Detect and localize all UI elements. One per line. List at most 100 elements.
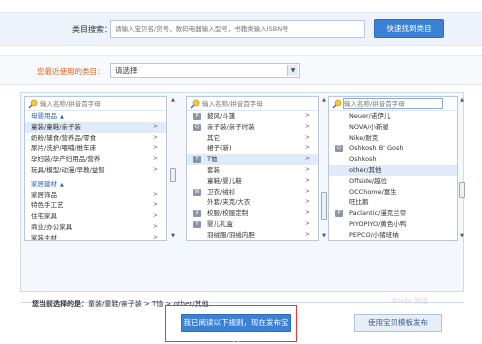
category-item[interactable]: 孕妇装/孕产妇用品/营养 > (25, 154, 166, 165)
category-item[interactable]: P 披风/斗篷 > (187, 111, 318, 122)
category-item[interactable]: 童鞋/婴儿鞋 > (187, 176, 318, 187)
category-item-label: 童鞋/婴儿鞋 (207, 176, 242, 185)
watermark-logo: Baidu 知道 (392, 297, 429, 305)
scroll-up-icon[interactable]: ▲ (458, 96, 466, 105)
category-item[interactable]: OCChome/富生 (329, 187, 457, 198)
scroll-down-icon[interactable]: ▼ (320, 232, 328, 241)
collapse-triangle-icon[interactable]: ▲ (60, 114, 64, 120)
category-item-label: NOVA/小新星 (349, 122, 390, 131)
category-item[interactable]: Neuer/诺伊儿 (329, 111, 457, 122)
category-item-label: Oshkosh (349, 155, 377, 164)
category-item-label: other/其他 (349, 165, 382, 174)
chevron-right-icon: > (152, 144, 158, 152)
category-item[interactable]: Q 亲子装/亲子时装 > (187, 122, 318, 133)
chevron-right-icon: > (304, 230, 310, 238)
scrollbar-thumb[interactable] (321, 192, 327, 220)
scrollbar-thumb[interactable] (170, 168, 176, 182)
column-filter-input[interactable] (202, 98, 302, 109)
category-item-label: T恤 (207, 155, 218, 164)
category-item[interactable]: Y 婴儿礼盒 > (187, 219, 318, 230)
scroll-down-icon[interactable]: ▼ (169, 232, 177, 241)
category-item-label: Nike/耐克 (349, 133, 379, 142)
column-filter (187, 97, 318, 111)
selection-path-label: 您当前选择的是： (32, 300, 88, 308)
category-item[interactable]: 家居饰品 > (25, 190, 166, 201)
recent-category-select[interactable]: 请选择 ▼ (110, 63, 300, 78)
category-item-label: Paclantic/漫克兰帝 (349, 209, 407, 218)
recent-category-value: 请选择 (115, 66, 138, 75)
category-item[interactable]: W 卫衣/绒衫 > (187, 187, 318, 198)
category-item[interactable]: 羽绒服/羽绒内胆 > (187, 230, 318, 240)
category-item-label: 披风/斗篷 (207, 112, 236, 120)
category-item[interactable]: other/其他 (329, 164, 457, 176)
category-item[interactable]: O Oshkosh B' Gosh (329, 143, 457, 154)
scrollbar-thumb[interactable] (459, 182, 465, 198)
chevron-right-icon: > (152, 133, 158, 141)
publish-item-button[interactable]: 我已阅读以下规则，现在发布宝贝 (181, 314, 291, 343)
category-panel: 母婴用品▲童装/童鞋/亲子装>奶粉/辅食/营养品/零食>尿片/洗护/喂哺/推车床… (20, 92, 466, 292)
scrollbar[interactable]: ▲ ▼ (169, 96, 177, 241)
category-group-header[interactable]: 母婴用品 ▲ (25, 111, 166, 122)
chevron-right-icon: > (152, 190, 158, 198)
chevron-down-icon[interactable]: ▼ (287, 65, 298, 76)
category-item[interactable]: 裙子(新) > (187, 143, 318, 154)
category-item-label: 旺比鹅 (349, 198, 369, 207)
category-group-header[interactable]: 家居建材 ▲ (25, 179, 166, 190)
letter-index-icon: P (193, 113, 201, 120)
category-item[interactable]: PEPCO/小猪班纳 (329, 230, 457, 240)
category-item[interactable]: 外套/夹克/大衣 > (187, 197, 318, 208)
category-item[interactable]: NOVA/小新星 (329, 122, 457, 133)
category-item[interactable]: 商业/办公家具 > (25, 222, 166, 233)
category-item[interactable]: 住宅家具 > (25, 211, 166, 222)
search-icon (28, 99, 38, 109)
scroll-up-icon[interactable]: ▲ (169, 96, 177, 105)
category-item[interactable]: 童装/童鞋/亲子装 > (25, 121, 166, 133)
category-item[interactable]: Offside/越位 (329, 176, 457, 187)
category-item[interactable]: Oshkosh (329, 154, 457, 165)
scroll-up-icon[interactable]: ▲ (320, 96, 328, 105)
category-item[interactable]: 奶粉/辅食/营养品/零食 > (25, 133, 166, 144)
category-item-label: 裙子(新) (207, 144, 232, 153)
category-item[interactable]: 玩具/模型/动漫/早教/益智 > (25, 165, 166, 176)
category-item-label: 校服/校服定制 (207, 209, 249, 218)
chevron-right-icon: > (304, 209, 310, 217)
category-item[interactable]: 套装 > (187, 165, 318, 176)
category-item[interactable]: Nike/耐克 (329, 133, 457, 144)
chevron-right-icon: > (152, 201, 158, 209)
category-item-label: Offside/越位 (349, 176, 388, 185)
category-item-label: 特色手工艺 (31, 201, 64, 210)
chevron-right-icon: > (152, 122, 158, 130)
scrollbar[interactable]: ▲ ▼ (320, 96, 328, 241)
category-item[interactable]: X 校服/校服定制 > (187, 208, 318, 219)
letter-index-icon: Y (193, 220, 201, 228)
scrollbar[interactable]: ▲ ▼ (458, 96, 466, 241)
chevron-right-icon: > (304, 165, 310, 173)
category-item-label: OCChome/富生 (349, 187, 397, 196)
category-item-label: 孕妇装/孕产妇用品/营养 (31, 155, 101, 164)
category-item[interactable]: 旺比鹅 (329, 197, 457, 208)
category-item[interactable]: 特色手工艺 > (25, 200, 166, 211)
category-item[interactable]: PIYOPIYO/黄色小鸭 (329, 219, 457, 230)
category-item-label: 母婴用品 (31, 112, 57, 120)
category-search-input[interactable] (110, 20, 365, 38)
category-item[interactable]: 家装主材 > (25, 233, 166, 240)
chevron-right-icon: > (304, 122, 310, 130)
chevron-right-icon: > (304, 219, 310, 227)
category-item-label: 童装/童鞋/亲子装 (31, 122, 81, 131)
letter-index-icon: X (193, 210, 201, 218)
scroll-down-icon[interactable]: ▼ (458, 232, 466, 241)
column-filter-input[interactable] (40, 98, 140, 109)
category-item[interactable]: P Paclantic/漫克兰帝 (329, 208, 457, 219)
quick-find-category-button[interactable]: 快速找到类目 (374, 19, 444, 38)
category-column-level1: 母婴用品▲童装/童鞋/亲子装>奶粉/辅食/营养品/零食>尿片/洗护/喂哺/推车床… (24, 96, 167, 241)
collapse-triangle-icon[interactable]: ▲ (60, 182, 64, 188)
column-filter (329, 97, 457, 111)
category-item-label: 住宅家具 (31, 212, 57, 221)
column-filter-input[interactable] (343, 98, 443, 109)
category-item[interactable]: 其它 > (187, 133, 318, 144)
category-item[interactable]: 尿片/洗护/喂哺/推车床 > (25, 143, 166, 154)
recent-category-bar: 您最近使用的类目： 请选择 ▼ (0, 55, 482, 85)
category-item[interactable]: T T恤 > (187, 154, 318, 165)
chevron-right-icon: > (304, 133, 310, 141)
category-item-label: 家居建材 (31, 179, 57, 188)
